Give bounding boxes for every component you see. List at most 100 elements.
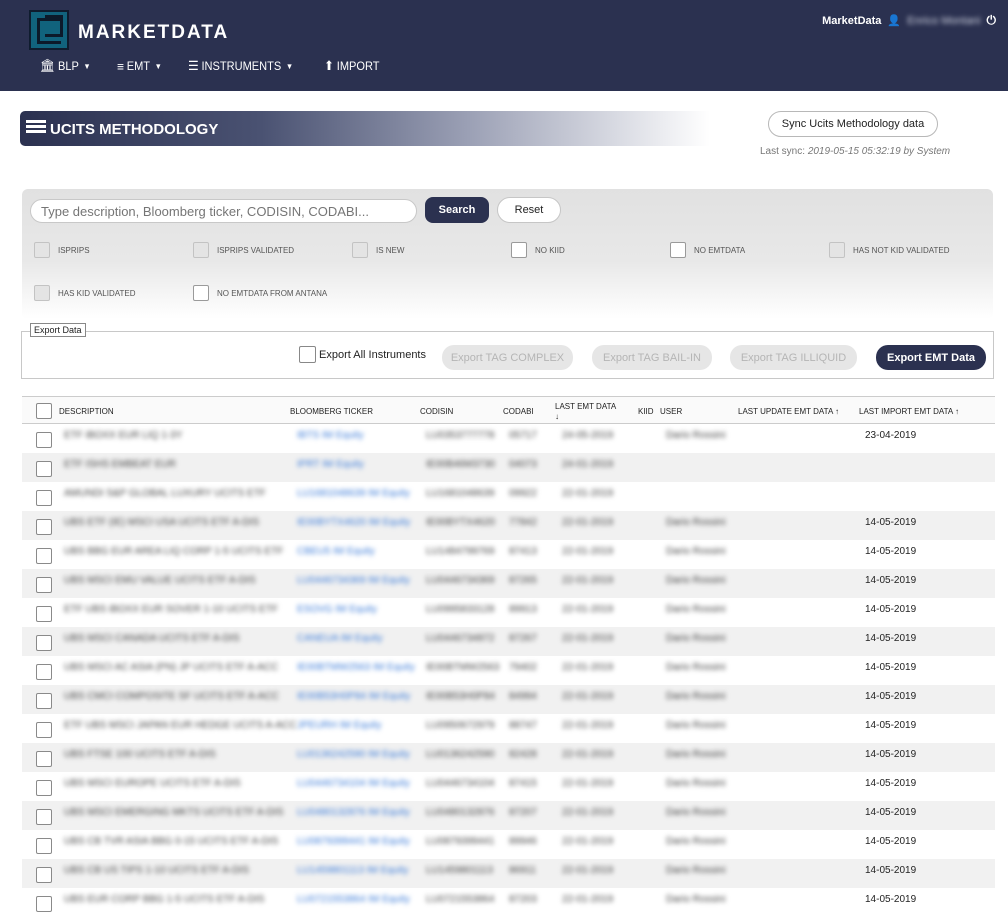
cell-ticker[interactable]: JPEURH IM Equity: [297, 720, 381, 731]
cell-ticker[interactable]: IBTS IM Equity: [297, 430, 364, 441]
row-checkbox[interactable]: [36, 809, 52, 825]
app-logo[interactable]: [29, 10, 69, 50]
col-codabi[interactable]: CODABI: [503, 407, 534, 416]
row-checkbox[interactable]: [36, 606, 52, 622]
cell-ticker[interactable]: IPRT IM Equity: [297, 459, 364, 470]
cell-user: Dario Rossini: [666, 691, 726, 702]
cell-description: AMUNDI S&P GLOBAL LUXURY UCITS ETF: [64, 488, 266, 499]
row-checkbox[interactable]: [36, 548, 52, 564]
cell-ticker[interactable]: IE00BYTX4620 IM Equity: [297, 517, 410, 528]
nav-emt[interactable]: ≡ EMT ▼: [117, 58, 162, 74]
last-sync-value: 2019-05-15 05:32:19 by System: [807, 146, 951, 157]
cell-codabi: 89946: [509, 836, 537, 847]
table-row[interactable]: ETF ISHS EMBEAT EUR IPRT IM Equity IE00B46…: [22, 453, 995, 482]
col-user[interactable]: USER: [660, 407, 682, 416]
cell-last-emt: 22-01-2019: [562, 517, 614, 528]
cell-user: Dario Rossini: [666, 633, 726, 644]
filter-ispripss[interactable]: ISPRIPS: [34, 242, 90, 258]
export-emt-data-button[interactable]: Export EMT Data: [876, 345, 986, 370]
col-last-update[interactable]: LAST UPDATE EMT DATA ↑: [738, 407, 839, 416]
table-row[interactable]: UBS EUR CORP BBG 1-5 UCITS ETF A-DIS LU07…: [22, 888, 995, 917]
reset-button[interactable]: Reset: [497, 197, 561, 223]
cell-last-emt: 22-01-2019: [562, 894, 614, 905]
col-description[interactable]: DESCRIPTION: [59, 407, 114, 416]
cell-last-import: 14-05-2019: [865, 836, 917, 847]
cell-ticker[interactable]: ESOVG IM Equity: [297, 604, 377, 615]
cell-description: UBS FTSE 100 UCITS ETF A-DIS: [64, 749, 216, 760]
cell-ticker[interactable]: LU0480132876 IM Equity: [297, 807, 410, 818]
export-tag-illiquid-button[interactable]: Export TAG ILLIQUID: [730, 345, 857, 370]
search-button[interactable]: Search: [425, 197, 489, 223]
table-row[interactable]: UBS MSCI CANADA UCITS ETF A-DIS CANEUA IM…: [22, 627, 995, 656]
search-input[interactable]: [30, 199, 417, 223]
table-row[interactable]: UBS MSCI EMERGING MKTS UCITS ETF A-DIS LU…: [22, 801, 995, 830]
row-checkbox[interactable]: [36, 490, 52, 506]
row-checkbox[interactable]: [36, 722, 52, 738]
cell-ticker[interactable]: LU0136242590 IM Equity: [297, 749, 410, 760]
table-row[interactable]: AMUNDI S&P GLOBAL LUXURY UCITS ETF LU1681…: [22, 482, 995, 511]
table-row[interactable]: ETF UBS MSCI JAPAN EUR HEDGE UCITS A-ACC…: [22, 714, 995, 743]
table-row[interactable]: UBS ETF (IE) MSCI USA UCITS ETF A-DIS IE0…: [22, 511, 995, 540]
table-row[interactable]: ETF UBS iBOXX EUR SOVER 1-10 UCITS ETF ES…: [22, 598, 995, 627]
nav-import[interactable]: ⬆ IMPORT: [324, 58, 380, 74]
row-checkbox[interactable]: [36, 751, 52, 767]
filter-has-not-kid-validated[interactable]: HAS NOT KID VALIDATED: [829, 242, 949, 258]
table-row[interactable]: UBS BBG EUR AREA LIQ CORP 1-5 UCITS ETF C…: [22, 540, 995, 569]
cell-ticker[interactable]: CANEUA IM Equity: [297, 633, 383, 644]
cell-last-import: 14-05-2019: [865, 662, 917, 673]
select-all-checkbox[interactable]: [36, 403, 52, 419]
cell-ticker[interactable]: CBEU5 IM Equity: [297, 546, 375, 557]
cell-ticker[interactable]: LU1459801113 IM Equity: [297, 865, 408, 876]
col-last-import[interactable]: LAST IMPORT EMT DATA ↑: [859, 407, 959, 416]
power-icon[interactable]: ⏻: [987, 13, 997, 28]
cell-ticker[interactable]: IE00B53H0P84 IM Equity: [297, 691, 410, 702]
row-checkbox[interactable]: [36, 838, 52, 854]
col-codisin[interactable]: CODISIN: [420, 407, 453, 416]
cell-ticker[interactable]: LU0879399441 IM Equity: [297, 836, 410, 847]
sync-button[interactable]: Sync Ucits Methodology data: [768, 111, 938, 137]
cell-ticker[interactable]: IE00BTMW2563 IM Equity: [297, 662, 415, 673]
cell-ticker[interactable]: LU0446734104 IM Equity: [297, 778, 410, 789]
export-tag-bail-in-button[interactable]: Export TAG BAIL-IN: [592, 345, 712, 370]
filter-no-kiid[interactable]: NO KIID: [511, 242, 565, 258]
table-row[interactable]: UBS MSCI AC ASIA (PN) JP UCITS ETF A-ACC…: [22, 656, 995, 685]
table-row[interactable]: UBS FTSE 100 UCITS ETF A-DIS LU0136242590…: [22, 743, 995, 772]
filter-no-emtdata[interactable]: NO EMTDATA: [670, 242, 745, 258]
row-checkbox[interactable]: [36, 664, 52, 680]
export-all-checkbox[interactable]: Export All Instruments: [299, 346, 426, 363]
col-kiid[interactable]: KIID: [638, 407, 654, 416]
row-checkbox[interactable]: [36, 693, 52, 709]
export-all-box[interactable]: [299, 346, 316, 363]
export-tag-complex-button[interactable]: Export TAG COMPLEX: [442, 345, 573, 370]
nav-instruments[interactable]: ☰ INSTRUMENTS ▼: [188, 58, 293, 74]
filter-isprips-validated[interactable]: ISPRIPS VALIDATED: [193, 242, 294, 258]
filter-no-emtdata-antana[interactable]: NO EMTDATA FROM ANTANA: [193, 285, 327, 301]
table-row[interactable]: UBS CMCI COMPOSITE SF UCITS ETF A-ACC IE0…: [22, 685, 995, 714]
row-checkbox[interactable]: [36, 519, 52, 535]
cell-codisin: LU0721553864: [426, 894, 495, 905]
user-name[interactable]: Enrico Montani: [907, 15, 980, 27]
row-checkbox[interactable]: [36, 461, 52, 477]
cell-ticker[interactable]: LU0446734369 IM Equity: [297, 575, 410, 586]
row-checkbox[interactable]: [36, 867, 52, 883]
row-checkbox[interactable]: [36, 896, 52, 912]
filter-has-kid-validated[interactable]: HAS KID VALIDATED: [34, 285, 136, 301]
cell-ticker[interactable]: LU0721553864 IM Equity: [297, 894, 410, 905]
row-checkbox[interactable]: [36, 577, 52, 593]
cell-ticker[interactable]: LU1681048639 IM Equity: [297, 488, 410, 499]
table-row[interactable]: UBS MSCI EUROPE UCITS ETF A-DIS LU0446734…: [22, 772, 995, 801]
col-last-emt[interactable]: LAST EMT DATA ↓: [555, 402, 616, 422]
row-checkbox[interactable]: [36, 432, 52, 448]
row-checkbox[interactable]: [36, 780, 52, 796]
col-ticker[interactable]: BLOOMBERG TICKER: [290, 407, 373, 416]
brand-name[interactable]: MARKETDATA: [78, 22, 229, 44]
table-row[interactable]: UBS MSCI EMU VALUE UCITS ETF A-DIS LU0446…: [22, 569, 995, 598]
table-row[interactable]: UBS CB US TIPS 1-10 UCITS ETF A-DIS LU145…: [22, 859, 995, 888]
filter-is-new[interactable]: IS NEW: [352, 242, 404, 258]
row-checkbox[interactable]: [36, 635, 52, 651]
table-row[interactable]: UBS CB TVR ASIA BBG 0-15 UCITS ETF A-DIS…: [22, 830, 995, 859]
cell-description: UBS MSCI EUROPE UCITS ETF A-DIS: [64, 778, 241, 789]
page-title: UCITS METHODOLOGY: [50, 121, 219, 138]
nav-blp[interactable]: 🏛 BLP ▼: [40, 58, 91, 74]
table-row[interactable]: ETF iBOXX EUR LIQ 1-3Y IBTS IM Equity LU03…: [22, 424, 995, 453]
